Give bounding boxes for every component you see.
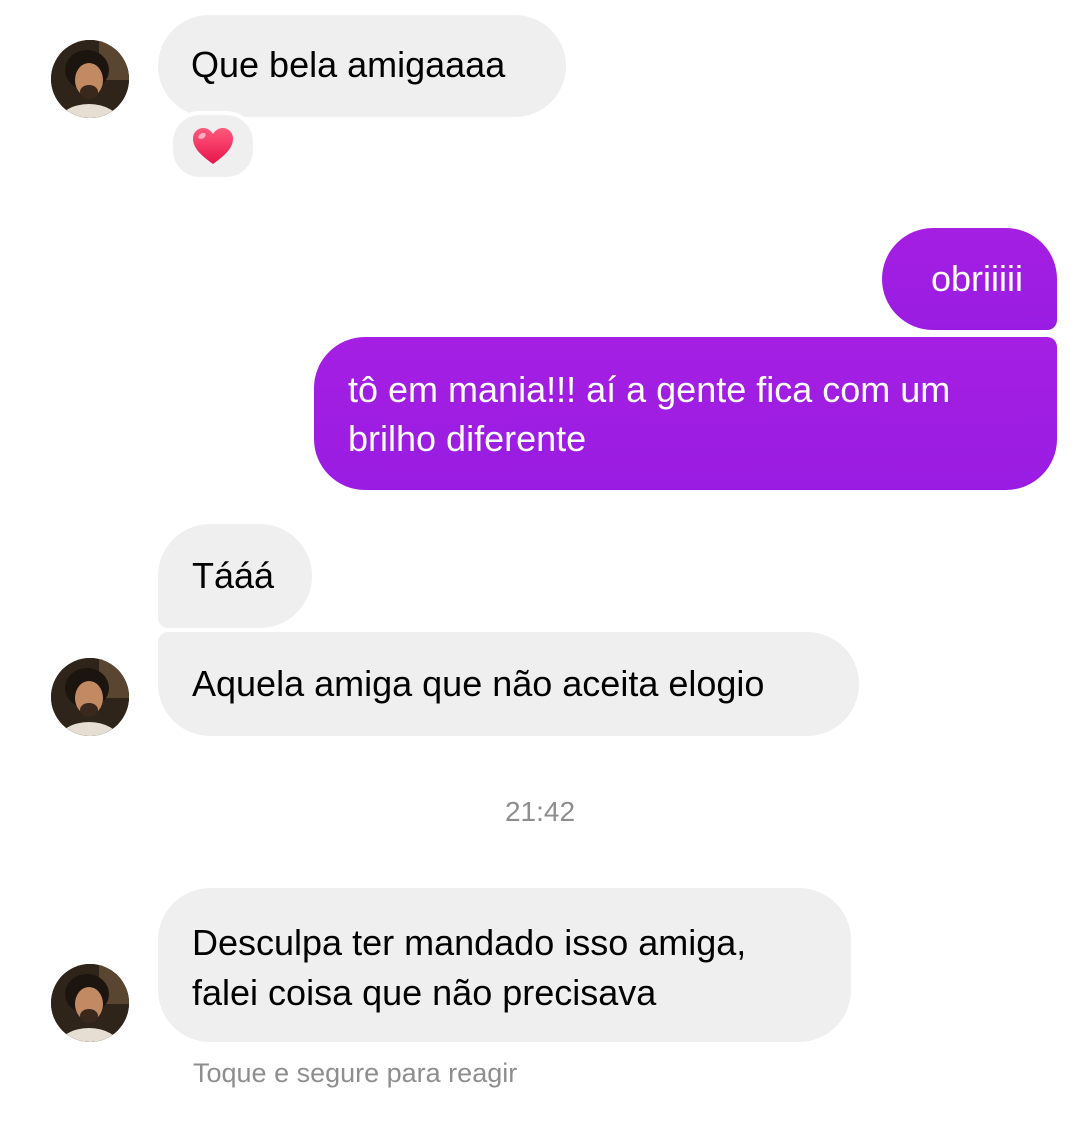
incoming-message[interactable]: Que bela amigaaaa (158, 15, 566, 117)
message-text: Aquela amiga que não aceita elogio (192, 663, 765, 704)
message-text: Desculpa ter mandado isso amiga, falei c… (192, 922, 747, 1013)
avatar-photo (51, 964, 129, 1042)
message-text: Que bela amigaaaa (191, 44, 506, 85)
incoming-message[interactable]: Aquela amiga que não aceita elogio (158, 632, 859, 736)
incoming-message[interactable]: Tááá (158, 524, 312, 628)
contact-avatar[interactable] (51, 658, 129, 736)
avatar-photo (51, 40, 129, 118)
outgoing-message[interactable]: tô em mania!!! aí a gente fica com um br… (314, 337, 1057, 490)
heart-icon (193, 128, 233, 164)
incoming-message[interactable]: Desculpa ter mandado isso amiga, falei c… (158, 888, 851, 1042)
message-timestamp: 21:42 (504, 796, 576, 827)
contact-avatar[interactable] (51, 40, 129, 118)
outgoing-message[interactable]: obriiiii (882, 228, 1057, 330)
contact-avatar[interactable] (51, 964, 129, 1042)
message-text: Tááá (192, 555, 275, 596)
message-text: obriiiii (930, 258, 1023, 299)
reaction-hint: Toque e segure para reagir (193, 1058, 518, 1088)
avatar-photo (51, 658, 129, 736)
message-reaction[interactable] (169, 111, 257, 181)
message-text: tô em mania!!! aí a gente fica com um br… (348, 369, 951, 459)
